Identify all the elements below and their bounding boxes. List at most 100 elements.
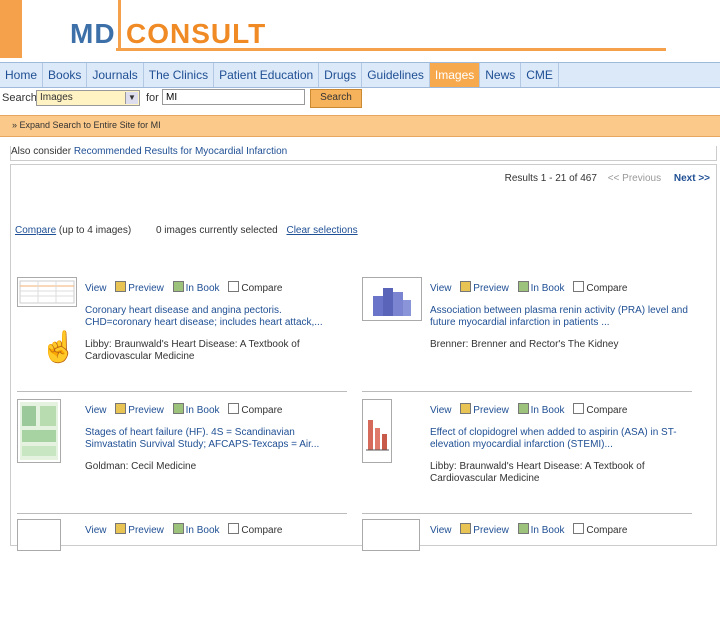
in-book-label: In Book: [185, 283, 220, 294]
result-source: Libby: Braunwald's Heart Disease: A Text…: [85, 339, 300, 362]
chevron-down-icon[interactable]: ▼: [125, 92, 138, 104]
compare-label: Compare: [241, 525, 283, 536]
view-link[interactable]: View: [85, 283, 107, 294]
result-item: View Preview In Book Compare: [362, 519, 697, 631]
result-actions: View Preview In Book Compare: [430, 523, 633, 536]
checkbox-icon[interactable]: [228, 523, 240, 534]
preview-label: Preview: [473, 405, 509, 416]
view-link[interactable]: View: [430, 283, 452, 294]
search-button[interactable]: Search: [310, 89, 362, 108]
in-book-link[interactable]: In Book: [517, 403, 565, 416]
result-thumbnail[interactable]: [362, 519, 420, 551]
view-link[interactable]: View: [85, 405, 107, 416]
in-book-link[interactable]: In Book: [172, 403, 220, 416]
nav-tab-news[interactable]: News: [480, 63, 522, 87]
compare-checkbox[interactable]: Compare: [228, 281, 283, 294]
result-thumbnail[interactable]: [362, 277, 422, 321]
selected-count: 0 images currently selected: [155, 225, 278, 236]
compare-checkbox[interactable]: Compare: [573, 523, 628, 536]
expand-search-link[interactable]: » Expand Search to Entire Site for MI: [12, 120, 161, 130]
preview-link[interactable]: Preview: [115, 523, 164, 536]
checkbox-icon[interactable]: [228, 281, 240, 292]
book-icon: [517, 523, 529, 534]
result-actions: View Preview In Book Compare: [430, 403, 633, 416]
result-thumbnail[interactable]: [17, 399, 61, 463]
compare-label: Compare: [241, 283, 283, 294]
result-thumbnail[interactable]: [17, 519, 61, 551]
view-link[interactable]: View: [85, 525, 107, 536]
result-thumbnail[interactable]: [17, 277, 77, 307]
checkbox-icon[interactable]: [573, 281, 585, 292]
preview-label: Preview: [473, 283, 509, 294]
compare-hint: (up to 4 images): [58, 225, 132, 236]
result-actions: View Preview In Book Compare: [430, 281, 633, 294]
preview-icon: [460, 523, 472, 534]
view-link[interactable]: View: [430, 405, 452, 416]
recommended-results-link[interactable]: Recommended Results for Myocardial Infar…: [74, 146, 287, 157]
view-link[interactable]: View: [430, 525, 452, 536]
compare-checkbox[interactable]: Compare: [228, 403, 283, 416]
checkbox-icon[interactable]: [573, 523, 585, 534]
nav-tab-home[interactable]: Home: [0, 63, 44, 87]
search-scope-value: Images: [40, 92, 73, 103]
nav-tab-journals[interactable]: Journals: [87, 63, 144, 87]
nav-tab-patient-education[interactable]: Patient Education: [214, 63, 320, 87]
preview-link[interactable]: Preview: [115, 403, 164, 416]
nav-tab-images[interactable]: Images: [429, 63, 481, 87]
compare-label: Compare: [586, 525, 628, 536]
preview-label: Preview: [128, 405, 164, 416]
preview-label: Preview: [128, 283, 164, 294]
compare-label: Compare: [586, 405, 628, 416]
checkbox-icon[interactable]: [573, 403, 585, 414]
in-book-link[interactable]: In Book: [517, 281, 565, 294]
compare-checkbox[interactable]: Compare: [573, 281, 628, 294]
preview-link[interactable]: Preview: [460, 523, 509, 536]
book-icon: [172, 523, 184, 534]
checkbox-icon[interactable]: [228, 403, 240, 414]
nav-tab-cme[interactable]: CME: [521, 63, 559, 87]
in-book-link[interactable]: In Book: [172, 523, 220, 536]
compare-label: Compare: [586, 283, 628, 294]
result-description[interactable]: Effect of clopidogrel when added to aspi…: [430, 427, 690, 451]
nav-tab-guidelines[interactable]: Guidelines: [362, 63, 430, 87]
result-actions: View Preview In Book Compare: [85, 403, 288, 416]
compare-link[interactable]: Compare: [15, 225, 56, 236]
in-book-link[interactable]: In Book: [517, 523, 565, 536]
preview-label: Preview: [128, 525, 164, 536]
preview-link[interactable]: Preview: [460, 281, 509, 294]
preview-icon: [115, 403, 127, 414]
search-input[interactable]: [162, 89, 305, 105]
nav-tab-books[interactable]: Books: [43, 63, 88, 87]
result-description[interactable]: Association between plasma renin activit…: [430, 305, 690, 329]
result-description[interactable]: Stages of heart failure (HF). 4S = Scand…: [85, 427, 345, 451]
nav-tab-drugs[interactable]: Drugs: [319, 63, 363, 87]
header-underline: [116, 48, 666, 51]
previous-link[interactable]: << Previous: [608, 173, 661, 184]
item-divider: [362, 391, 692, 392]
in-book-link[interactable]: In Book: [172, 281, 220, 294]
next-link[interactable]: Next >>: [674, 173, 710, 184]
result-source: Goldman: Cecil Medicine: [85, 461, 197, 472]
item-divider: [17, 513, 347, 514]
result-source: Libby: Braunwald's Heart Disease: A Text…: [430, 461, 645, 484]
result-actions: View Preview In Book Compare: [85, 523, 288, 536]
book-icon: [172, 281, 184, 292]
preview-link[interactable]: Preview: [460, 403, 509, 416]
logo-md: MD: [70, 18, 116, 49]
preview-link[interactable]: Preview: [115, 281, 164, 294]
clear-selections-link[interactable]: Clear selections: [286, 225, 357, 236]
book-icon: [172, 403, 184, 414]
result-thumbnail[interactable]: [362, 399, 392, 463]
compare-checkbox[interactable]: Compare: [573, 403, 628, 416]
book-icon: [517, 281, 529, 292]
item-divider: [362, 513, 692, 514]
expand-search-bar: » Expand Search to Entire Site for MI: [0, 115, 720, 137]
result-item: View Preview In Book Compare Association…: [362, 277, 697, 392]
results-label: Results: [504, 173, 538, 184]
compare-checkbox[interactable]: Compare: [228, 523, 283, 536]
nav-tab-clinics[interactable]: The Clinics: [144, 63, 215, 87]
result-source: Brenner: Brenner and Rector's The Kidney: [430, 339, 619, 350]
search-scope-select[interactable]: Images ▼: [36, 90, 140, 106]
result-description[interactable]: Coronary heart disease and angina pector…: [85, 305, 345, 329]
compare-label: Compare: [241, 405, 283, 416]
